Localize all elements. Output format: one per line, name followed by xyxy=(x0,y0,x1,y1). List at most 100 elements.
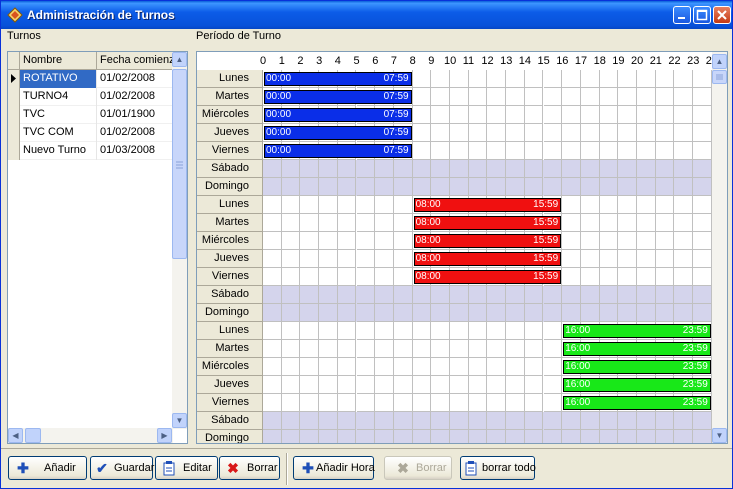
hour-cell[interactable] xyxy=(469,430,488,443)
hour-cell[interactable] xyxy=(300,322,320,340)
hour-cell[interactable] xyxy=(319,430,338,443)
schedule-row[interactable] xyxy=(263,286,712,304)
hour-cell[interactable] xyxy=(693,106,712,124)
hour-cell[interactable] xyxy=(562,70,581,88)
hour-cell[interactable] xyxy=(693,142,712,160)
hour-cell[interactable] xyxy=(543,70,563,88)
hour-cell[interactable] xyxy=(300,160,320,178)
hour-cell[interactable] xyxy=(599,70,619,88)
hour-cell[interactable] xyxy=(656,430,675,443)
hour-cell[interactable] xyxy=(618,178,637,196)
hour-cell[interactable] xyxy=(599,232,619,250)
hour-cell[interactable] xyxy=(300,250,320,268)
hour-cell[interactable] xyxy=(487,124,507,142)
hour-cell[interactable] xyxy=(637,70,656,88)
hour-cell[interactable] xyxy=(393,286,413,304)
hour-cell[interactable] xyxy=(337,232,357,250)
hour-cell[interactable] xyxy=(356,286,376,304)
hour-cell[interactable] xyxy=(487,340,507,358)
hour-cell[interactable] xyxy=(506,106,525,124)
hour-cell[interactable] xyxy=(562,142,581,160)
hour-cell[interactable] xyxy=(543,412,563,430)
grid-scroll-down-button[interactable]: ▼ xyxy=(712,428,727,443)
schedule-row[interactable] xyxy=(263,412,712,430)
hour-cell[interactable] xyxy=(524,142,544,160)
grid-scroll-up-button[interactable]: ▲ xyxy=(712,54,727,69)
hour-cell[interactable] xyxy=(599,214,619,232)
hour-cell[interactable] xyxy=(580,160,600,178)
hour-cell[interactable] xyxy=(319,178,338,196)
hour-cell[interactable] xyxy=(524,340,544,358)
hour-cell[interactable] xyxy=(580,70,600,88)
hour-cell[interactable] xyxy=(263,268,282,286)
grid-vertical-scrollbar[interactable]: ▲ ▼ xyxy=(712,52,727,443)
hour-cell[interactable] xyxy=(599,106,619,124)
hour-cell[interactable] xyxy=(524,412,544,430)
hour-cell[interactable] xyxy=(655,232,675,250)
hour-cell[interactable] xyxy=(300,196,320,214)
hour-cell[interactable] xyxy=(356,376,376,394)
schedule-row[interactable] xyxy=(263,430,712,443)
hour-cell[interactable] xyxy=(543,106,563,124)
hour-cell[interactable] xyxy=(580,88,600,106)
hour-cell[interactable] xyxy=(580,268,600,286)
hour-cell[interactable] xyxy=(580,232,600,250)
hour-cell[interactable] xyxy=(412,340,432,358)
hour-cell[interactable] xyxy=(412,412,432,430)
schedule-row[interactable] xyxy=(263,160,712,178)
hour-cell[interactable] xyxy=(468,178,488,196)
hour-cell[interactable] xyxy=(487,304,507,322)
hour-cell[interactable] xyxy=(599,160,619,178)
hour-cell[interactable] xyxy=(693,178,712,196)
cell-nombre[interactable]: TURNO4 xyxy=(20,88,97,106)
table-row[interactable]: ROTATIVO 01/02/2008 xyxy=(8,70,173,88)
hour-cell[interactable] xyxy=(562,286,581,304)
hour-cell[interactable] xyxy=(637,178,656,196)
hour-cell[interactable] xyxy=(693,232,712,250)
hour-cell[interactable] xyxy=(468,358,488,376)
hour-cell[interactable] xyxy=(524,286,544,304)
hour-cell[interactable] xyxy=(543,88,563,106)
hour-cell[interactable] xyxy=(655,124,675,142)
hour-cell[interactable] xyxy=(281,268,301,286)
schedule-row[interactable] xyxy=(263,304,712,322)
hour-cell[interactable] xyxy=(524,376,544,394)
hour-cell[interactable] xyxy=(375,178,394,196)
hour-cell[interactable] xyxy=(506,160,525,178)
hour-cell[interactable] xyxy=(338,430,357,443)
hour-cell[interactable] xyxy=(655,70,675,88)
hour-cell[interactable] xyxy=(356,232,376,250)
hour-cell[interactable] xyxy=(524,178,544,196)
hour-cell[interactable] xyxy=(281,340,301,358)
hour-cell[interactable] xyxy=(693,250,712,268)
hour-cell[interactable] xyxy=(413,430,432,443)
hour-cell[interactable] xyxy=(412,178,432,196)
hour-cell[interactable] xyxy=(450,376,469,394)
hour-cell[interactable] xyxy=(580,412,600,430)
cell-fecha[interactable]: 01/01/1900 xyxy=(97,106,173,124)
hour-cell[interactable] xyxy=(412,394,432,412)
hour-cell[interactable] xyxy=(450,340,469,358)
hour-cell[interactable] xyxy=(468,124,488,142)
hour-cell[interactable] xyxy=(599,88,619,106)
hour-cell[interactable] xyxy=(375,376,394,394)
hour-cell[interactable] xyxy=(431,376,450,394)
hour-cell[interactable] xyxy=(618,124,637,142)
table-row[interactable]: Nuevo Turno 01/03/2008 xyxy=(8,142,173,160)
cell-fecha[interactable]: 01/03/2008 xyxy=(97,142,173,160)
hour-cell[interactable] xyxy=(393,322,413,340)
hour-cell[interactable] xyxy=(581,430,600,443)
hour-cell[interactable] xyxy=(263,412,282,430)
hour-cell[interactable] xyxy=(282,430,301,443)
hour-cell[interactable] xyxy=(618,142,637,160)
hour-cell[interactable] xyxy=(450,88,469,106)
cell-nombre[interactable]: TVC xyxy=(20,106,97,124)
hour-cell[interactable] xyxy=(693,304,712,322)
hour-cell[interactable] xyxy=(337,286,357,304)
hour-cell[interactable] xyxy=(543,160,563,178)
hour-cell[interactable] xyxy=(506,178,525,196)
clear-all-button[interactable]: borrar todo xyxy=(460,456,536,480)
hour-cell[interactable] xyxy=(637,232,656,250)
hour-cell[interactable] xyxy=(637,88,656,106)
hour-cell[interactable] xyxy=(637,124,656,142)
